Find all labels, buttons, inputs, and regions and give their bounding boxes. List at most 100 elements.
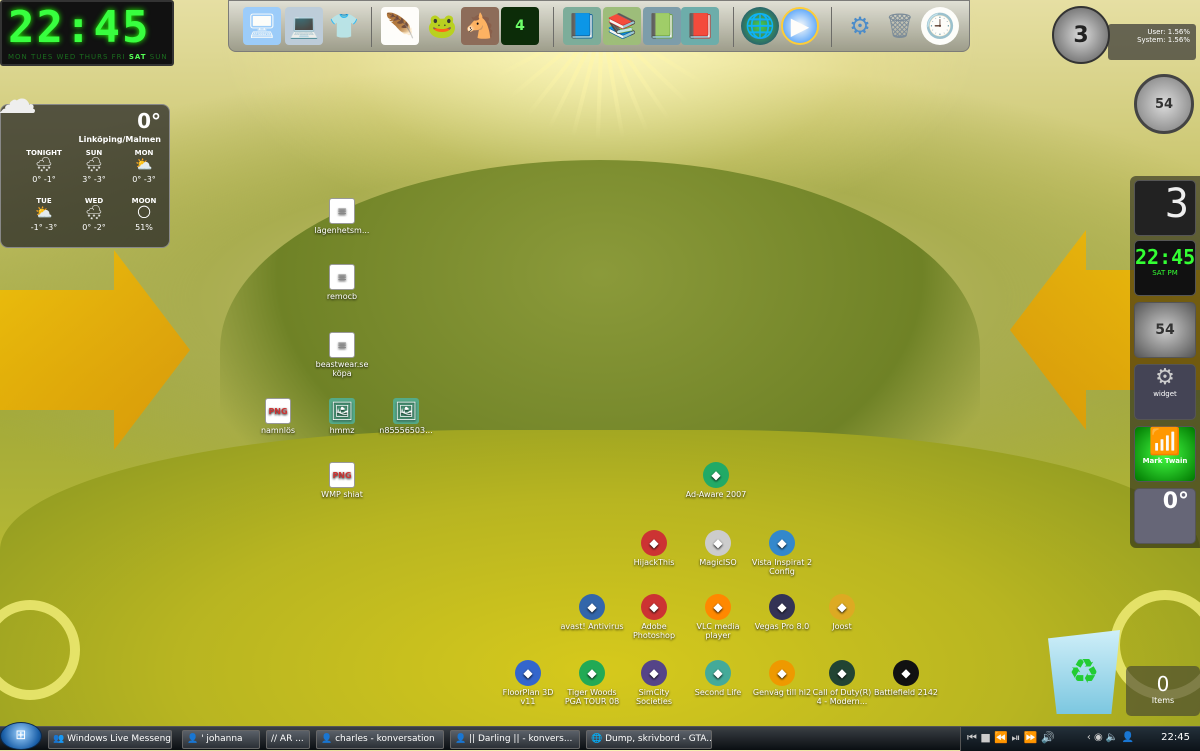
taskbar: 👥 Windows Live Messenger 👤 ' johanna // … [0,726,1200,751]
desktop-icon[interactable]: ◆ Vista Inspirat 2 Config [750,530,814,576]
media-controls[interactable]: ⏮ ■ ⏪ ⏯ ⏩ 🔊 [967,731,1055,745]
cod4-icon[interactable]: 4 [501,7,539,45]
png-file-icon: PNG [265,398,291,424]
gauge-widget[interactable]: 54 [1134,74,1194,134]
desktop-icon[interactable]: ◆ FloorPlan 3D v11 [496,660,560,706]
document-icon: ≡ [329,198,355,224]
desktop-icon[interactable]: ◆ MagicISO [686,530,750,567]
app-icon: ◆ [769,594,795,620]
app-icon: ◆ [515,660,541,686]
desktop-icon[interactable]: ◆ Call of Duty(R) 4 - Modern... [810,660,874,706]
tray-icons[interactable]: ‹ ◉ 🔈 👤 [1087,732,1134,743]
feather-icon[interactable]: 🪶 [381,7,419,45]
desktop-icon[interactable]: PNG namnlös [246,398,310,435]
desktop-icon[interactable]: ≡ remocb [310,264,374,301]
desktop-icon-label: HijackThis [633,558,675,567]
desktop-icon[interactable]: ◆ Joost [810,594,874,631]
desktop-icon-label: VLC media player [696,622,740,640]
desktop-icon[interactable]: ◆ avast! Antivirus [560,594,624,631]
desktop-icon[interactable]: ≡ beastwear.se köpa [310,332,374,378]
clock-icon[interactable]: 🕘 [921,7,959,45]
cpu-usage: User: 1.56% System: 1.56% [1108,24,1196,60]
desktop-icon[interactable]: ◆ Battlefield 2142 [874,660,938,697]
start-button[interactable]: ⊞ [0,722,42,750]
recycle-icon: ♻ [1048,630,1120,714]
book2-icon[interactable]: 📗 [643,7,681,45]
app-icon: ◆ [641,660,667,686]
desktop-icon-label: Tiger Woods PGA TOUR 08 [564,688,620,706]
app-icon: ◆ [641,530,667,556]
desktop-icon[interactable]: ◆ SimCity Societies [622,660,686,706]
weather-location: Linköping/Malmen [78,135,161,144]
task-johanna[interactable]: 👤 ' johanna [182,730,260,749]
task-messenger[interactable]: 👥 Windows Live Messenger [48,730,172,749]
app-icon: ◆ [769,660,795,686]
media-player-icon[interactable]: ▶ [781,7,819,45]
desktop-icon-label: remocb [326,292,358,301]
desktop-icon[interactable]: ◆ Vegas Pro 8.0 [750,594,814,631]
tray-clock[interactable]: 22:45 [1161,732,1190,743]
desktop-icon[interactable]: ◆ VLC media player [686,594,750,640]
desktop-icon[interactable]: ◆ Genväg till hl2 [750,660,814,697]
desktop-icon-label: FloorPlan 3D v11 [502,688,554,706]
task-charles[interactable]: 👤 charles - konversation [316,730,444,749]
cpu-dial: 3 [1052,6,1110,64]
tshirt-icon[interactable]: 👕 [325,7,363,45]
task-darling[interactable]: 👤 || Darling || - konvers... [450,730,580,749]
desktop-icon-label: Second Life [694,688,742,697]
sidebar-widget-gadget[interactable]: ⚙ widget [1134,364,1196,420]
app-dock: 🖥 💻 👕 🪶 🐸 🐴 4 📘 📚 📗 📕 🌐 ▶ ⚙ 🗑 🕘 [228,0,970,52]
sidebar-wifi-gadget[interactable]: 📶 Mark Twain [1134,426,1196,482]
sidebar-clock-gadget[interactable]: 22:45 SAT PM [1134,240,1196,296]
app-icon: ◆ [893,660,919,686]
recycle-bin[interactable]: ♻ [1048,630,1128,720]
desktop-icon[interactable]: ◆ HijackThis [622,530,686,567]
desktop-icon[interactable]: ◆ Tiger Woods PGA TOUR 08 [560,660,624,706]
desktop-icon-label: Joost [832,622,852,631]
desktop-icon[interactable]: PNG WMP shiat [310,462,374,499]
desktop-icon[interactable]: ◆ Adobe Photoshop [622,594,686,640]
task-browser[interactable]: 🌐 Dump, skrivbord - GTA... [586,730,712,749]
desktop-icon[interactable]: ◆ Second Life [686,660,750,697]
sidebar-digit-gadget[interactable]: 3 [1134,180,1196,236]
app-icon: ◆ [829,594,855,620]
globe-icon[interactable]: 🌐 [741,7,779,45]
desktop-icon-label: Vista Inspirat 2 Config [751,558,813,576]
computer-icon[interactable]: 🖥 [243,7,281,45]
desktop-icon[interactable]: 🖼 n85556503... [374,398,438,435]
forecast-wed: WED 🌨 0° -2° [82,197,106,232]
forecast-tonight: TONIGHT 🌨 0° -1° [26,149,62,184]
desktop-icon[interactable]: ◆ Ad-Aware 2007 [684,462,748,499]
books-icon[interactable]: 📚 [603,7,641,45]
windows-logo-icon: ⊞ [15,728,27,743]
gears-icon[interactable]: ⚙ [841,7,879,45]
app-icon: ◆ [769,530,795,556]
desktop-icon-label: lägenhetsm... [314,226,370,235]
desktop-icon-label: Ad-Aware 2007 [685,490,747,499]
sidebar-gauge-gadget[interactable]: 54 [1134,302,1196,358]
sidebar-weather-gadget[interactable]: 0° [1134,488,1196,544]
weather-widget[interactable]: ☁ 0° Linköping/Malmen TONIGHT 🌨 0° -1° SUN… [0,77,170,248]
book-icon[interactable]: 📘 [563,7,601,45]
cpu-meter-widget[interactable]: 3 User: 1.56% System: 1.56% [1052,6,1198,64]
arrow-decor-left [0,250,190,450]
desktop-icon-label: Genväg till hl2 [752,688,812,697]
app-icon: ◆ [579,660,605,686]
forecast-mon: MON ⛅ 0° -3° [132,149,156,184]
desktop-icon-label: avast! Antivirus [560,622,624,631]
horse-icon[interactable]: 🐴 [461,7,499,45]
desktop-icon[interactable]: 🖼 hmmz [310,398,374,435]
forecast-moon: MOON 🌕 51% [131,197,157,232]
app-icon: ◆ [829,660,855,686]
recycle-bin-icon[interactable]: 🗑 [881,7,919,45]
desktop-icon[interactable]: ≡ lägenhetsm... [310,198,374,235]
task-ar[interactable]: // AR ... [266,730,310,749]
app-icon: ◆ [705,594,731,620]
frog-icon[interactable]: 🐸 [423,7,461,45]
desktop-icon-label: Vegas Pro 8.0 [754,622,810,631]
laptop-icon[interactable]: 💻 [285,7,323,45]
book3-icon[interactable]: 📕 [681,7,719,45]
weather-temp: 0° [137,109,161,133]
digital-clock-widget[interactable]: 22:45 MON TUES WED THURS FRI SAT SUN [0,0,174,66]
document-icon: ≡ [329,264,355,290]
